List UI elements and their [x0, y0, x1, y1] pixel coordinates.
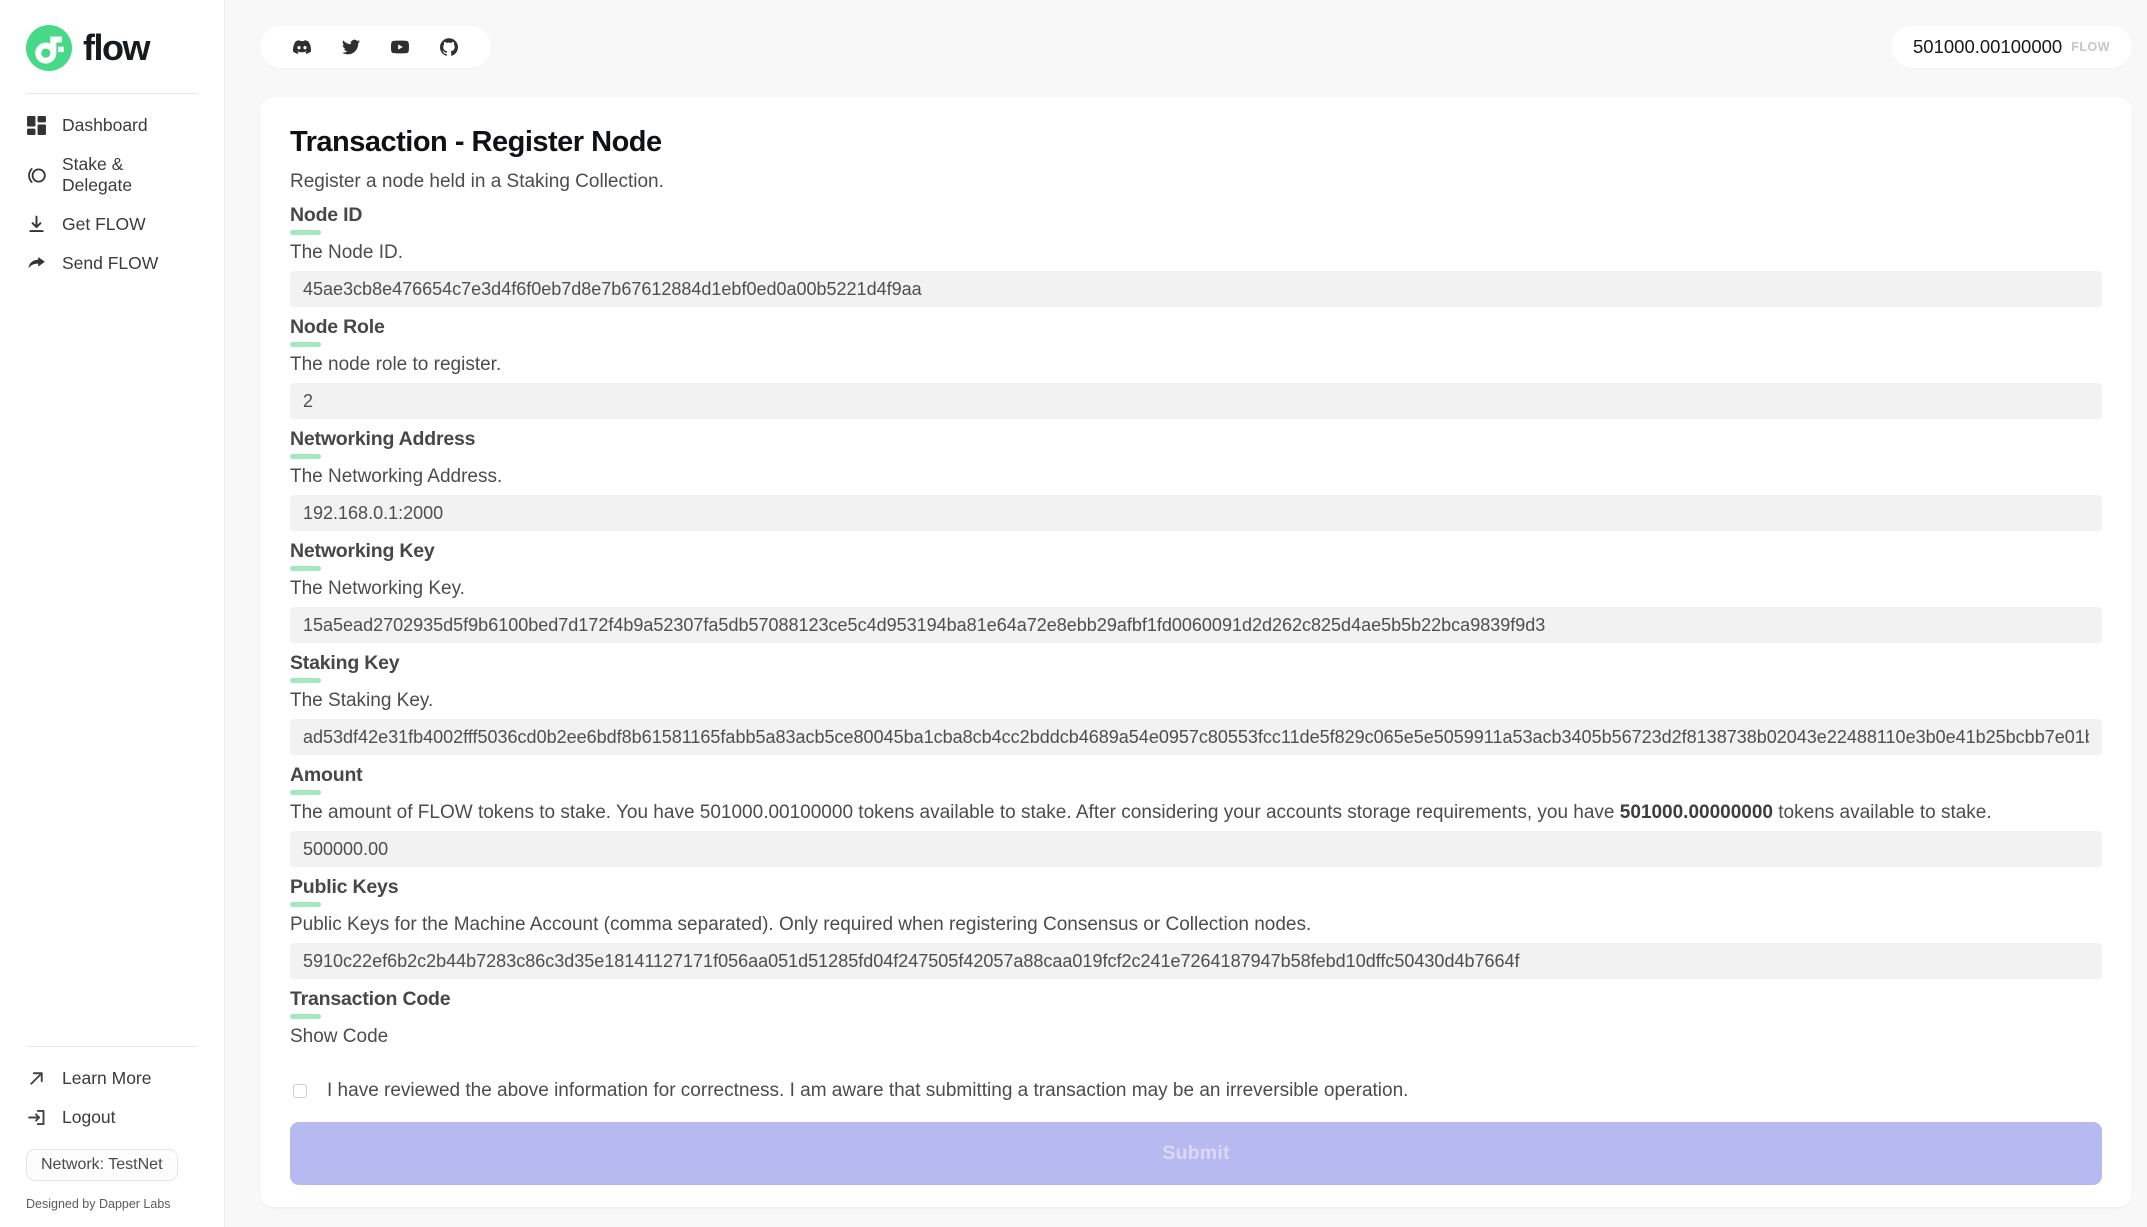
- label-underline: [290, 1014, 321, 1019]
- sidebar-item-label: Dashboard: [62, 115, 148, 136]
- networking-address-input[interactable]: [290, 495, 2102, 531]
- field-node-role: Node Role The node role to register.: [290, 317, 2102, 419]
- amount-input[interactable]: [290, 831, 2102, 867]
- sidebar-item-label: Stake & Delegate: [62, 154, 198, 196]
- networking-key-input[interactable]: [290, 607, 2102, 643]
- sidebar-divider-bottom: [26, 1046, 198, 1047]
- field-description: The Staking Key.: [290, 690, 2102, 712]
- social-links-pill: [260, 26, 491, 68]
- label-underline: [290, 790, 321, 795]
- field-description: The Networking Key.: [290, 578, 2102, 600]
- logout-icon: [26, 1107, 47, 1128]
- confirmation-text: I have reviewed the above information fo…: [327, 1080, 1408, 1102]
- public-keys-input[interactable]: [290, 943, 2102, 979]
- balance-amount: 501000.00100000: [1913, 36, 2062, 58]
- field-networking-address: Networking Address The Networking Addres…: [290, 429, 2102, 531]
- amount-desc-after: tokens available to stake.: [1773, 802, 1992, 823]
- sidebar-divider-top: [26, 93, 198, 94]
- label-underline: [290, 678, 321, 683]
- confirmation-row: I have reviewed the above information fo…: [290, 1080, 2102, 1102]
- designed-by-credit: Designed by Dapper Labs: [26, 1197, 224, 1211]
- field-description: The node role to register.: [290, 354, 2102, 376]
- sidebar-spacer: [0, 283, 224, 1024]
- page-title: Transaction - Register Node: [290, 127, 2102, 157]
- field-label: Staking Key: [290, 653, 2102, 674]
- sidebar-item-learn-more[interactable]: Learn More: [0, 1059, 224, 1098]
- send-arrow-icon: [26, 253, 47, 274]
- label-underline: [290, 342, 321, 347]
- sidebar-item-get-flow[interactable]: Get FLOW: [0, 205, 224, 244]
- field-label: Amount: [290, 765, 2102, 786]
- field-description: The Networking Address.: [290, 466, 2102, 488]
- field-node-id: Node ID The Node ID.: [290, 205, 2102, 307]
- stake-delegate-icon: [26, 165, 47, 186]
- topbar: 501000.00100000 FLOW: [260, 26, 2132, 68]
- field-label: Networking Address: [290, 429, 2102, 450]
- network-badge: Network: TestNet: [26, 1149, 178, 1181]
- confirmation-checkbox[interactable]: [293, 1084, 307, 1098]
- app-root: flow Dashboard Stake & Delegate: [0, 0, 2147, 1227]
- amount-desc-available: 501000.00000000: [1620, 802, 1773, 823]
- label-underline: [290, 902, 321, 907]
- download-icon: [26, 214, 47, 235]
- page-subtitle: Register a node held in a Staking Collec…: [290, 171, 2102, 193]
- sidebar-nav: Dashboard Stake & Delegate Get FLOW: [0, 106, 224, 283]
- field-label: Networking Key: [290, 541, 2102, 562]
- sidebar-item-stake-delegate[interactable]: Stake & Delegate: [0, 145, 224, 205]
- sidebar: flow Dashboard Stake & Delegate: [0, 0, 225, 1227]
- field-staking-key: Staking Key The Staking Key.: [290, 653, 2102, 755]
- flow-wordmark: flow: [83, 27, 149, 69]
- flow-logo[interactable]: flow: [0, 0, 224, 71]
- balance-currency: FLOW: [2071, 40, 2110, 54]
- account-balance-pill: 501000.00100000 FLOW: [1891, 26, 2132, 68]
- label-underline: [290, 230, 321, 235]
- field-amount: Amount The amount of FLOW tokens to stak…: [290, 765, 2102, 867]
- submit-button[interactable]: Submit: [290, 1122, 2102, 1185]
- transaction-card: Transaction - Register Node Register a n…: [260, 97, 2132, 1207]
- sidebar-item-label: Logout: [62, 1107, 116, 1128]
- field-label: Node Role: [290, 317, 2102, 338]
- sidebar-item-label: Learn More: [62, 1068, 152, 1089]
- label-underline: [290, 566, 321, 571]
- sidebar-item-label: Send FLOW: [62, 253, 158, 274]
- sidebar-item-send-flow[interactable]: Send FLOW: [0, 244, 224, 283]
- dashboard-grid-icon: [26, 115, 47, 136]
- field-description: Public Keys for the Machine Account (com…: [290, 914, 2102, 936]
- show-code-toggle[interactable]: Show Code: [290, 1026, 388, 1048]
- twitter-icon[interactable]: [342, 38, 360, 56]
- field-transaction-code: Transaction Code Show Code: [290, 989, 2102, 1048]
- external-link-icon: [26, 1068, 47, 1089]
- node-id-input[interactable]: [290, 271, 2102, 307]
- field-networking-key: Networking Key The Networking Key.: [290, 541, 2102, 643]
- field-description: The Node ID.: [290, 242, 2102, 264]
- staking-key-input[interactable]: [290, 719, 2102, 755]
- node-role-input[interactable]: [290, 383, 2102, 419]
- field-label: Public Keys: [290, 877, 2102, 898]
- youtube-icon[interactable]: [391, 38, 409, 56]
- field-label: Node ID: [290, 205, 2102, 226]
- github-icon[interactable]: [440, 38, 458, 56]
- sidebar-item-label: Get FLOW: [62, 214, 146, 235]
- sidebar-item-logout[interactable]: Logout: [0, 1098, 224, 1137]
- field-label: Transaction Code: [290, 989, 2102, 1010]
- flow-logo-icon: [26, 25, 72, 71]
- discord-icon[interactable]: [293, 38, 311, 56]
- main-content: 501000.00100000 FLOW Transaction - Regis…: [225, 0, 2147, 1227]
- sidebar-item-dashboard[interactable]: Dashboard: [0, 106, 224, 145]
- field-description: The amount of FLOW tokens to stake. You …: [290, 802, 2102, 824]
- label-underline: [290, 454, 321, 459]
- amount-desc-before: The amount of FLOW tokens to stake. You …: [290, 802, 1620, 823]
- field-public-keys: Public Keys Public Keys for the Machine …: [290, 877, 2102, 979]
